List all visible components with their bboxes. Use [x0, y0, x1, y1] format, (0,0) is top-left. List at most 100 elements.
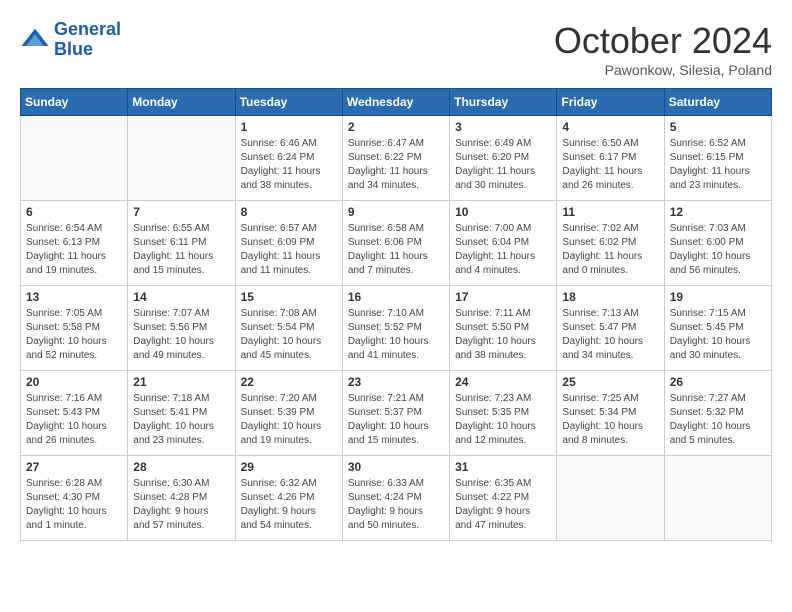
day-info: Sunrise: 6:58 AM Sunset: 6:06 PM Dayligh… — [348, 222, 444, 278]
calendar-cell: 23 Sunrise: 7:21 AM Sunset: 5:37 PM Dayli… — [342, 371, 449, 456]
calendar-cell: 13 Sunrise: 7:05 AM Sunset: 5:58 PM Dayli… — [21, 286, 128, 371]
calendar-cell — [21, 116, 128, 201]
calendar-cell: 11 Sunrise: 7:02 AM Sunset: 6:02 PM Dayli… — [557, 201, 664, 286]
calendar-cell: 29 Sunrise: 6:32 AM Sunset: 4:26 PM Dayli… — [235, 456, 342, 541]
calendar-cell: 12 Sunrise: 7:03 AM Sunset: 6:00 PM Dayli… — [664, 201, 771, 286]
day-info: Sunrise: 6:47 AM Sunset: 6:22 PM Dayligh… — [348, 137, 444, 193]
calendar-body: 1 Sunrise: 6:46 AM Sunset: 6:24 PM Daylig… — [21, 116, 772, 541]
calendar-cell: 7 Sunrise: 6:55 AM Sunset: 6:11 PM Daylig… — [128, 201, 235, 286]
day-number: 27 — [26, 460, 122, 474]
day-info: Sunrise: 6:55 AM Sunset: 6:11 PM Dayligh… — [133, 222, 229, 278]
day-of-week-header: Friday — [557, 89, 664, 116]
calendar-week-row: 6Sunrise: 6:54 AM Sunset: 6:13 PM Daylig… — [21, 201, 772, 286]
day-of-week-header: Sunday — [21, 89, 128, 116]
calendar-cell: 20Sunrise: 7:16 AM Sunset: 5:43 PM Dayli… — [21, 371, 128, 456]
logo-line2: Blue — [54, 39, 93, 59]
day-info: Sunrise: 7:08 AM Sunset: 5:54 PM Dayligh… — [241, 307, 337, 363]
calendar-week-row: 1 Sunrise: 6:46 AM Sunset: 6:24 PM Daylig… — [21, 116, 772, 201]
day-number: 7 — [133, 205, 229, 219]
calendar-cell: 16Sunrise: 7:10 AM Sunset: 5:52 PM Dayli… — [342, 286, 449, 371]
day-info: Sunrise: 6:50 AM Sunset: 6:17 PM Dayligh… — [562, 137, 658, 193]
day-info: Sunrise: 7:10 AM Sunset: 5:52 PM Dayligh… — [348, 307, 444, 363]
day-info: Sunrise: 7:27 AM Sunset: 5:32 PM Dayligh… — [670, 392, 766, 448]
day-info: Sunrise: 6:57 AM Sunset: 6:09 PM Dayligh… — [241, 222, 337, 278]
day-info: Sunrise: 6:32 AM Sunset: 4:26 PM Dayligh… — [241, 477, 337, 533]
day-info: Sunrise: 7:23 AM Sunset: 5:35 PM Dayligh… — [455, 392, 551, 448]
day-number: 17 — [455, 290, 551, 304]
calendar-cell: 15 Sunrise: 7:08 AM Sunset: 5:54 PM Dayli… — [235, 286, 342, 371]
day-number: 10 — [455, 205, 551, 219]
calendar-week-row: 13 Sunrise: 7:05 AM Sunset: 5:58 PM Dayli… — [21, 286, 772, 371]
day-number: 2 — [348, 120, 444, 134]
logo-line1: General — [54, 19, 121, 39]
calendar-week-row: 20Sunrise: 7:16 AM Sunset: 5:43 PM Dayli… — [21, 371, 772, 456]
day-info: Sunrise: 6:33 AM Sunset: 4:24 PM Dayligh… — [348, 477, 444, 533]
calendar-cell: 28Sunrise: 6:30 AM Sunset: 4:28 PM Dayli… — [128, 456, 235, 541]
month-title: October 2024 — [554, 20, 772, 62]
calendar-cell: 8 Sunrise: 6:57 AM Sunset: 6:09 PM Daylig… — [235, 201, 342, 286]
calendar-header-row: SundayMondayTuesdayWednesdayThursdayFrid… — [21, 89, 772, 116]
calendar-cell: 26 Sunrise: 7:27 AM Sunset: 5:32 PM Dayli… — [664, 371, 771, 456]
day-number: 8 — [241, 205, 337, 219]
day-number: 24 — [455, 375, 551, 389]
day-info: Sunrise: 7:02 AM Sunset: 6:02 PM Dayligh… — [562, 222, 658, 278]
day-number: 5 — [670, 120, 766, 134]
day-number: 11 — [562, 205, 658, 219]
calendar-cell: 6Sunrise: 6:54 AM Sunset: 6:13 PM Daylig… — [21, 201, 128, 286]
calendar-cell: 30Sunrise: 6:33 AM Sunset: 4:24 PM Dayli… — [342, 456, 449, 541]
day-info: Sunrise: 7:05 AM Sunset: 5:58 PM Dayligh… — [26, 307, 122, 363]
day-info: Sunrise: 6:28 AM Sunset: 4:30 PM Dayligh… — [26, 477, 122, 533]
calendar-cell: 18 Sunrise: 7:13 AM Sunset: 5:47 PM Dayli… — [557, 286, 664, 371]
calendar-cell: 17Sunrise: 7:11 AM Sunset: 5:50 PM Dayli… — [450, 286, 557, 371]
day-number: 22 — [241, 375, 337, 389]
day-number: 26 — [670, 375, 766, 389]
day-number: 13 — [26, 290, 122, 304]
calendar-cell: 2 Sunrise: 6:47 AM Sunset: 6:22 PM Daylig… — [342, 116, 449, 201]
day-info: Sunrise: 6:35 AM Sunset: 4:22 PM Dayligh… — [455, 477, 551, 533]
day-number: 9 — [348, 205, 444, 219]
calendar-cell: 9 Sunrise: 6:58 AM Sunset: 6:06 PM Daylig… — [342, 201, 449, 286]
calendar-cell: 24 Sunrise: 7:23 AM Sunset: 5:35 PM Dayli… — [450, 371, 557, 456]
page-header: General Blue October 2024 Pawonkow, Sile… — [20, 20, 772, 78]
logo-icon — [20, 25, 50, 55]
location: Pawonkow, Silesia, Poland — [554, 62, 772, 78]
day-number: 28 — [133, 460, 229, 474]
calendar-cell: 31 Sunrise: 6:35 AM Sunset: 4:22 PM Dayli… — [450, 456, 557, 541]
day-number: 15 — [241, 290, 337, 304]
logo-text: General Blue — [54, 20, 121, 60]
day-of-week-header: Monday — [128, 89, 235, 116]
calendar-cell: 21Sunrise: 7:18 AM Sunset: 5:41 PM Dayli… — [128, 371, 235, 456]
day-info: Sunrise: 7:03 AM Sunset: 6:00 PM Dayligh… — [670, 222, 766, 278]
day-number: 4 — [562, 120, 658, 134]
day-number: 19 — [670, 290, 766, 304]
logo: General Blue — [20, 20, 121, 60]
day-number: 29 — [241, 460, 337, 474]
day-number: 12 — [670, 205, 766, 219]
calendar-cell: 19 Sunrise: 7:15 AM Sunset: 5:45 PM Dayli… — [664, 286, 771, 371]
day-number: 18 — [562, 290, 658, 304]
calendar-cell: 3Sunrise: 6:49 AM Sunset: 6:20 PM Daylig… — [450, 116, 557, 201]
day-of-week-header: Saturday — [664, 89, 771, 116]
calendar-cell: 22 Sunrise: 7:20 AM Sunset: 5:39 PM Dayli… — [235, 371, 342, 456]
day-info: Sunrise: 7:13 AM Sunset: 5:47 PM Dayligh… — [562, 307, 658, 363]
day-of-week-header: Tuesday — [235, 89, 342, 116]
day-number: 25 — [562, 375, 658, 389]
calendar-week-row: 27 Sunrise: 6:28 AM Sunset: 4:30 PM Dayli… — [21, 456, 772, 541]
calendar-cell: 27 Sunrise: 6:28 AM Sunset: 4:30 PM Dayli… — [21, 456, 128, 541]
day-info: Sunrise: 7:25 AM Sunset: 5:34 PM Dayligh… — [562, 392, 658, 448]
calendar-cell: 14Sunrise: 7:07 AM Sunset: 5:56 PM Dayli… — [128, 286, 235, 371]
calendar-table: SundayMondayTuesdayWednesdayThursdayFrid… — [20, 88, 772, 541]
day-info: Sunrise: 7:20 AM Sunset: 5:39 PM Dayligh… — [241, 392, 337, 448]
day-number: 23 — [348, 375, 444, 389]
day-number: 1 — [241, 120, 337, 134]
calendar-cell — [557, 456, 664, 541]
day-info: Sunrise: 7:21 AM Sunset: 5:37 PM Dayligh… — [348, 392, 444, 448]
day-of-week-header: Wednesday — [342, 89, 449, 116]
calendar-cell: 1 Sunrise: 6:46 AM Sunset: 6:24 PM Daylig… — [235, 116, 342, 201]
calendar-cell: 4 Sunrise: 6:50 AM Sunset: 6:17 PM Daylig… — [557, 116, 664, 201]
day-info: Sunrise: 7:15 AM Sunset: 5:45 PM Dayligh… — [670, 307, 766, 363]
day-info: Sunrise: 6:46 AM Sunset: 6:24 PM Dayligh… — [241, 137, 337, 193]
calendar-cell — [664, 456, 771, 541]
day-of-week-header: Thursday — [450, 89, 557, 116]
day-number: 31 — [455, 460, 551, 474]
